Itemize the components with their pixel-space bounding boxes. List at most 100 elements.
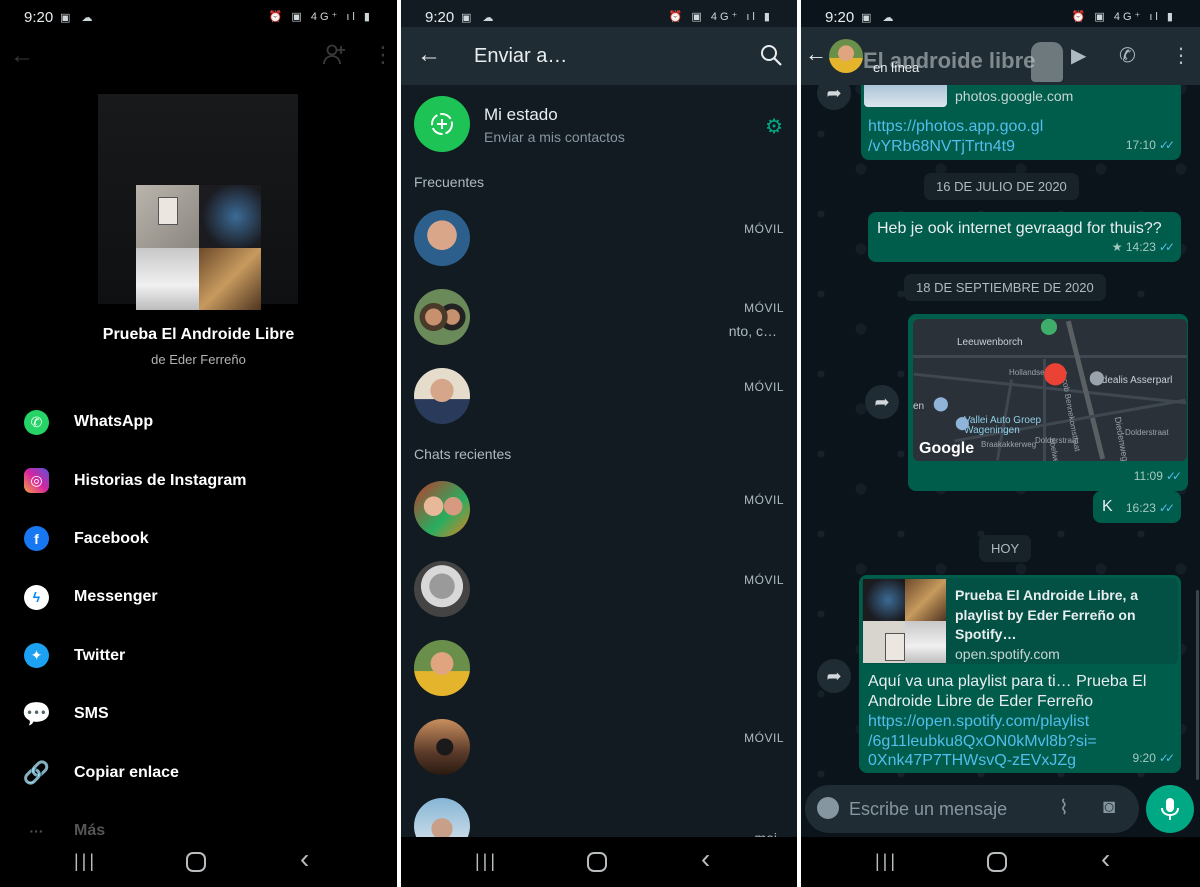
nav-back-icon[interactable]: ‹ <box>1101 843 1110 875</box>
share-target-label: Messenger <box>74 588 158 606</box>
share-target-instagram[interactable]: ◎ Historias de Instagram <box>0 451 397 509</box>
share-target-label: Twitter <box>74 646 126 664</box>
location-pin-icon: ⬤ <box>1043 360 1068 385</box>
my-status-name: Mi estado <box>484 105 558 124</box>
scrollbar[interactable] <box>1196 590 1199 780</box>
share-target-messenger[interactable]: ϟ Messenger <box>0 568 397 626</box>
double-check-icon: ✓✓ <box>1158 501 1175 515</box>
contact-row[interactable]: MÓVIL <box>401 481 797 551</box>
share-target-twitter[interactable]: ✦ Twitter <box>0 627 397 685</box>
more-options-icon[interactable]: ⋮ <box>1171 43 1191 68</box>
message-bubble[interactable]: K 16:23 ✓✓ <box>1093 491 1181 523</box>
link-url[interactable]: https://open.spotify.com/playlist <box>868 712 1089 732</box>
home-icon[interactable] <box>987 852 1007 872</box>
map-label: Dolderstraat <box>1125 428 1169 437</box>
more-options-icon[interactable]: ⋮ <box>372 42 394 68</box>
map-pin-icon: ⬤ <box>955 415 970 430</box>
share-target-copy-link[interactable]: 🔗 Copiar enlace <box>0 743 397 801</box>
back-arrow-icon[interactable]: ← <box>10 42 34 70</box>
message-bubble[interactable]: Prueba El Androide Libre, a playlist by … <box>859 575 1181 773</box>
message-input[interactable]: Escribe un mensaje ⌇ ◙ <box>805 785 1139 833</box>
status-time: 9:20 <box>24 9 54 26</box>
playlist-cover <box>136 185 261 310</box>
nav-back-icon[interactable]: ‹ <box>701 843 710 875</box>
date-separator: 16 DE JULIO DE 2020 <box>924 173 1079 200</box>
avatar <box>414 289 470 345</box>
contact-row[interactable]: MÓVIL <box>401 210 797 280</box>
microphone-button[interactable] <box>1146 785 1194 833</box>
recents-icon[interactable]: ||| <box>74 851 97 872</box>
my-status-row[interactable]: Mi estado Enviar a mis contactos ⚙ <box>401 96 797 154</box>
message-bubble[interactable]: photos.google.com https://photos.app.goo… <box>861 74 1181 160</box>
message-time: ★ 14:23 ✓✓ <box>1111 240 1175 254</box>
video-call-icon[interactable]: ▶ <box>1071 43 1086 68</box>
location-message[interactable]: Leeuwenborch Hollandse Idealis Asserparl… <box>908 314 1188 491</box>
contact-row[interactable] <box>401 640 797 710</box>
link-icon: 🔗 <box>22 759 51 785</box>
status-time: 9:20 <box>425 9 455 26</box>
link-url[interactable]: 0Xnk47P7THWsvQ-zEVxJZg <box>868 751 1076 771</box>
emoji-icon[interactable] <box>817 797 839 819</box>
cover-tile <box>904 579 946 621</box>
map-preview[interactable]: Leeuwenborch Hollandse Idealis Asserparl… <box>913 319 1187 461</box>
share-target-label: Facebook <box>74 529 149 547</box>
contact-row[interactable]: MÓVIL <box>401 719 797 789</box>
send-to-header: ← Enviar a… <box>401 27 797 85</box>
share-target-whatsapp[interactable]: ✆ WhatsApp <box>0 393 397 451</box>
link-url[interactable]: /vYRb68NVTjTrtn4t9 <box>868 137 1015 157</box>
contact-tag: MÓVIL <box>744 380 784 394</box>
page-title: Enviar a… <box>474 45 568 67</box>
date-separator: HOY <box>979 535 1032 562</box>
double-check-icon: ✓✓ <box>1158 751 1175 765</box>
share-target-label: WhatsApp <box>74 413 154 431</box>
add-person-icon[interactable] <box>322 42 346 66</box>
contact-row[interactable]: MÓVIL nto, c… <box>401 289 797 359</box>
avatar <box>414 210 470 266</box>
contact-tag: MÓVIL <box>744 573 784 587</box>
contact-row[interactable]: MÓVIL <box>401 368 797 438</box>
google-logo: Google <box>919 440 975 457</box>
my-status-subtitle: Enviar a mis contactos <box>484 129 625 145</box>
back-arrow-icon[interactable]: ← <box>805 41 827 67</box>
phone-icon[interactable]: ✆ <box>1119 43 1136 68</box>
message-time: 9:20 ✓✓ <box>1132 751 1176 765</box>
message-time: 17:10 ✓✓ <box>1125 138 1175 152</box>
whatsapp-chat-screen: 9:20 ▣ ☁ ⏰ ▣ 4G⁺ ıl ▮ photos.google.com … <box>801 0 1200 887</box>
chat-header: ← El androide libre en línea ▶ ✆ ⋮ <box>801 27 1200 85</box>
contact-tag: MÓVIL <box>744 493 784 507</box>
share-target-label: Copiar enlace <box>74 763 179 781</box>
link-url[interactable]: https://photos.app.goo.gl <box>868 117 1043 137</box>
message-time: 11:09 ✓✓ <box>1133 469 1182 483</box>
avatar[interactable] <box>829 39 863 73</box>
cover-tile-3 <box>136 247 199 310</box>
date-separator: 18 DE SEPTIEMBRE DE 2020 <box>904 274 1106 301</box>
link-preview[interactable]: Prueba El Androide Libre, a playlist by … <box>862 578 1178 664</box>
instagram-icon: ◎ <box>24 468 49 494</box>
status-right-icons: ⏰ ▣ 4G⁺ ıl ▮ <box>268 11 373 23</box>
search-icon[interactable] <box>759 43 783 67</box>
share-target-label: SMS <box>74 705 109 723</box>
link-preview-title: Prueba El Androide Libre, a playlist by … <box>955 587 1139 642</box>
nav-back-icon[interactable]: ‹ <box>300 843 309 875</box>
home-icon[interactable] <box>587 852 607 872</box>
map-road <box>913 355 1187 358</box>
recents-icon[interactable]: ||| <box>475 851 498 872</box>
back-arrow-icon[interactable]: ← <box>417 41 441 69</box>
map-label: Idealis Asserparl <box>1099 375 1173 386</box>
share-target-sms[interactable]: 💬 SMS <box>0 685 397 743</box>
avatar <box>414 719 470 775</box>
section-recent: Chats recientes <box>414 446 512 462</box>
gear-icon[interactable]: ⚙ <box>765 114 783 139</box>
forward-icon[interactable]: ➦ <box>865 385 899 419</box>
contact-row[interactable]: MÓVIL <box>401 561 797 631</box>
link-url[interactable]: /6g11leubku8QxON0kMvl8b?si= <box>868 732 1097 752</box>
share-target-facebook[interactable]: f Facebook <box>0 510 397 568</box>
forward-icon[interactable]: ➦ <box>817 659 851 693</box>
camera-icon[interactable]: ◙ <box>1103 796 1115 819</box>
message-bubble[interactable]: Heb je ook internet gevraagd for thuis??… <box>868 212 1181 262</box>
avatar <box>414 368 470 424</box>
attach-icon[interactable]: ⌇ <box>1059 795 1069 820</box>
recents-icon[interactable]: ||| <box>875 851 898 872</box>
home-icon[interactable] <box>186 852 206 872</box>
double-check-icon: ✓✓ <box>1158 138 1175 152</box>
